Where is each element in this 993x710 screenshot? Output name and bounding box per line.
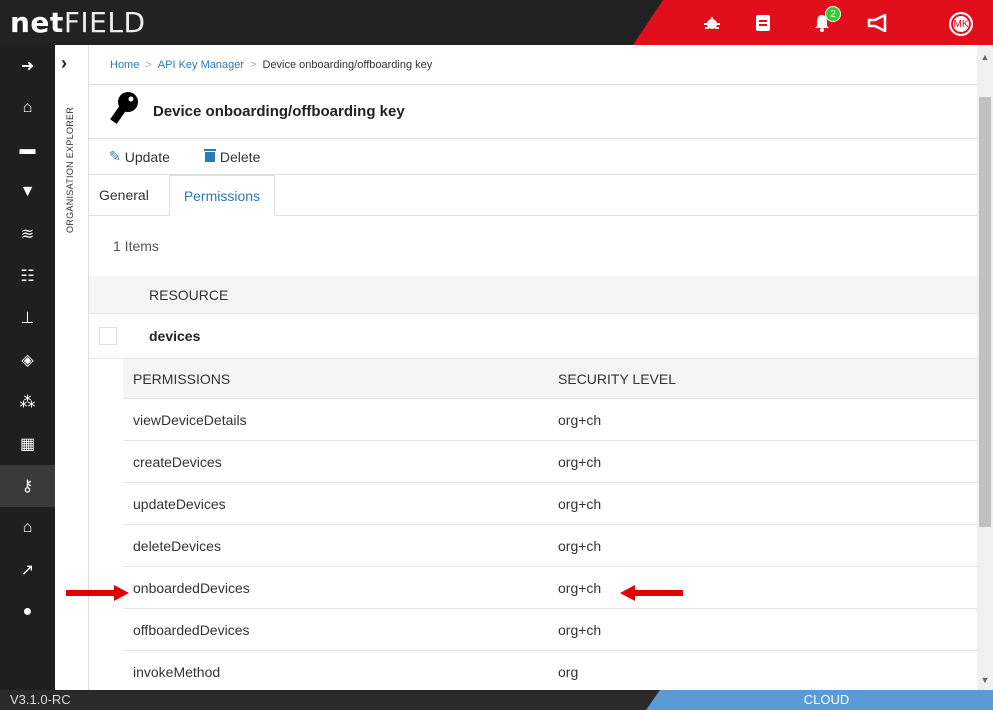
breadcrumb-api-key-manager[interactable]: API Key Manager [158,59,244,71]
permission-cell: createDevices [133,453,222,470]
nav-building-icon[interactable]: ▦ [0,423,55,465]
nav-house-icon[interactable]: ⌂ [0,507,55,549]
row-checkbox[interactable] [99,327,117,345]
chevron-right-icon[interactable]: › [61,53,67,74]
environment-label: CLOUD [646,690,993,710]
nav-device-icon[interactable]: ▬ [0,129,55,171]
nav-layers-icon[interactable]: ≋ [0,213,55,255]
scroll-up-icon[interactable]: ▲ [977,49,993,65]
security-level-cell: org+ch [558,579,602,596]
action-bar: ✎ Update Delete [89,139,977,175]
version-label: V3.1.0-RC [10,692,71,707]
security-level-cell: org [558,663,579,680]
scroll-down-icon[interactable]: ▼ [977,672,993,688]
permission-cell: updateDevices [133,495,226,512]
header-actions: 2 MK [633,0,993,45]
table-row[interactable]: viewDeviceDetails org+ch [123,399,977,441]
security-level-column-header[interactable]: SECURITY LEVEL [548,371,676,387]
scroll-thumb[interactable] [979,97,991,527]
permission-cell: offboardedDevices [133,621,250,638]
nav-expand-arrow-icon[interactable]: ➜ [0,45,55,87]
nav-location-pin-icon[interactable]: ● [0,591,55,633]
left-nav: ➜ ⌂ ▬ ▼ ≋ ☷ ⊥ ◈ ⁂ ▦ ⚷ ⌂ ↗ ● [0,45,55,690]
trash-icon [203,148,216,165]
security-level-cell: org+ch [558,453,602,470]
brand-field: FIELD [63,6,146,39]
brand-logo[interactable]: netFIELD [10,6,146,39]
security-level-cell: org+ch [558,621,602,638]
tab-permissions[interactable]: Permissions [168,175,276,216]
table-row[interactable]: onboardedDevices org+ch [123,567,977,609]
tab-general[interactable]: General [89,175,159,215]
permission-cell: invokeMethod [133,663,221,680]
nav-hierarchy-icon[interactable]: ⊥ [0,297,55,339]
breadcrumb-home[interactable]: Home [110,59,139,71]
delete-button[interactable]: Delete [203,148,261,165]
page-header: Device onboarding/offboarding key [89,85,977,139]
delete-label: Delete [219,148,261,165]
status-bar: V3.1.0-RC CLOUD [0,690,993,710]
main-content: Home > API Key Manager > Device onboardi… [89,45,977,690]
table-row[interactable]: createDevices org+ch [123,441,977,483]
book-icon[interactable] [748,8,778,38]
tab-bar: General Permissions [89,175,977,216]
explorer-label: ORGANISATION EXPLORER [65,107,75,234]
page-title: Device onboarding/offboarding key [153,103,405,120]
breadcrumb-separator: > [250,58,257,71]
update-label: Update [124,148,170,165]
vertical-scrollbar[interactable]: ▲ ▼ [977,45,993,690]
update-button[interactable]: ✎ Update [109,148,170,165]
resource-row[interactable]: devices [89,314,977,359]
notifications-badge: 2 [825,6,841,22]
user-avatar[interactable]: MK [949,12,973,36]
permissions-table: PERMISSIONS SECURITY LEVEL viewDeviceDet… [123,359,977,690]
breadcrumb-separator: > [145,58,152,71]
resource-name: devices [149,328,201,344]
pencil-icon: ✎ [109,148,121,164]
table-row[interactable]: invokeMethod org [123,651,977,690]
permission-cell: onboardedDevices [133,579,250,596]
security-level-cell: org+ch [558,495,602,512]
nav-cubes-icon[interactable]: ⁂ [0,381,55,423]
table-row[interactable]: updateDevices org+ch [123,483,977,525]
nav-cube-icon[interactable]: ◈ [0,339,55,381]
bug-report-icon[interactable] [697,8,727,38]
table-row[interactable]: offboardedDevices org+ch [123,609,977,651]
items-count: 1 Items [113,238,159,254]
permissions-column-header[interactable]: PERMISSIONS [123,371,548,387]
nav-checklist-icon[interactable]: ☷ [0,255,55,297]
resource-column-header[interactable]: RESOURCE [89,276,977,314]
security-level-cell: org+ch [558,537,602,554]
key-icon [109,91,139,133]
breadcrumb-current: Device onboarding/offboarding key [262,58,433,71]
nav-chart-icon[interactable]: ↗ [0,549,55,591]
security-level-cell: org+ch [558,411,602,428]
permissions-header-row: PERMISSIONS SECURITY LEVEL [123,359,977,399]
nav-key-icon[interactable]: ⚷ [0,465,55,507]
brand-net: net [10,6,64,39]
nav-filter-icon[interactable]: ▼ [0,171,55,213]
annotation-arrow-right-icon [66,585,129,601]
permission-cell: viewDeviceDetails [133,411,247,428]
notifications-bell-icon[interactable]: 2 [807,6,841,38]
top-bar: netFIELD 2 MK [0,0,993,45]
nav-home-icon[interactable]: ⌂ [0,87,55,129]
breadcrumb: Home > API Key Manager > Device onboardi… [89,45,977,85]
megaphone-icon[interactable] [863,8,893,38]
annotation-arrow-left-icon [620,585,683,601]
table-row[interactable]: deleteDevices org+ch [123,525,977,567]
permission-cell: deleteDevices [133,537,221,554]
